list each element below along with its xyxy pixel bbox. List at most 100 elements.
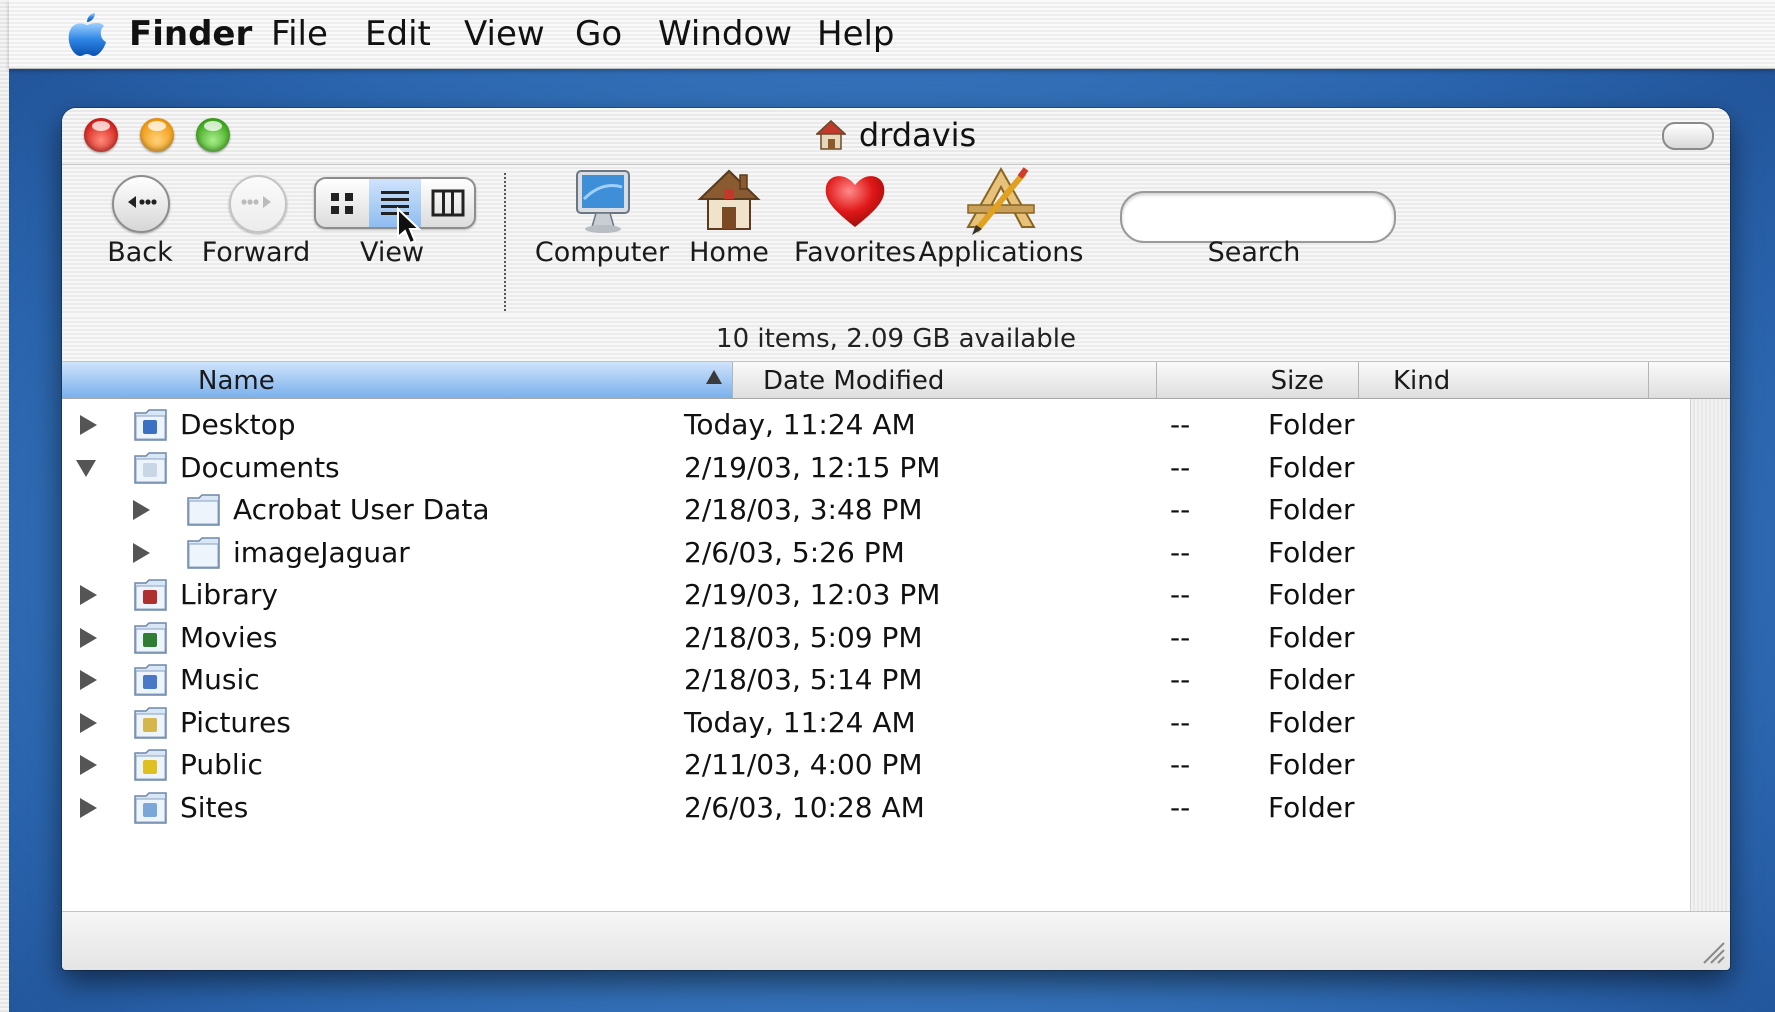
back-label: Back [107, 237, 173, 268]
item-date-modified: Today, 11:24 AM [684, 705, 916, 739]
view-mode-control[interactable] [314, 177, 476, 229]
window-bottom-bar [62, 911, 1730, 970]
disclosure-closed-icon[interactable] [80, 627, 97, 648]
item-kind: Folder [1268, 493, 1355, 526]
column-view-button[interactable] [422, 179, 474, 227]
sort-ascending-icon [706, 370, 722, 384]
item-date-modified: 2/19/03, 12:15 PM [684, 450, 941, 484]
applications-icon [966, 166, 1036, 235]
item-date-modified: 2/18/03, 5:14 PM [684, 663, 923, 696]
column-header-kind-label: Kind [1393, 366, 1451, 396]
list-item[interactable]: Desktop Today, 11:24 AM -- Folder [62, 401, 1690, 449]
list-item[interactable]: Public 2/11/03, 4:00 PM -- Folder [62, 741, 1690, 789]
file-list: Desktop Today, 11:24 AM -- Folder Documents 2… [62, 399, 1690, 911]
menu-view[interactable]: View [464, 14, 545, 54]
item-size: -- [1170, 408, 1191, 441]
library-folder-icon [134, 579, 167, 611]
menu-window[interactable]: Window [658, 14, 792, 54]
item-size: -- [1170, 450, 1191, 484]
pictures-folder-icon [134, 706, 167, 739]
home-icon [815, 119, 846, 150]
menu-go[interactable]: Go [575, 14, 622, 54]
item-name: Library [180, 578, 278, 611]
column-header-date[interactable]: Date Modified [733, 362, 1157, 398]
item-date-modified: 2/18/03, 3:48 PM [684, 493, 923, 526]
folder-icon [187, 494, 220, 526]
item-name: Public [180, 748, 263, 781]
item-size: -- [1170, 790, 1191, 824]
item-kind: Folder [1268, 663, 1355, 696]
sites-folder-icon [134, 791, 167, 824]
list-item[interactable]: Library 2/19/03, 12:03 PM -- Folder [62, 571, 1690, 619]
disclosure-closed-icon[interactable] [80, 797, 97, 818]
column-header-kind[interactable]: Kind [1359, 362, 1649, 398]
column-header-name-label: Name [198, 366, 275, 396]
column-header-name[interactable]: Name [62, 362, 733, 398]
resize-grip-icon[interactable] [1698, 937, 1726, 965]
home-label: Home [689, 237, 769, 268]
icon-grid-icon [331, 193, 353, 214]
forward-label: Forward [201, 237, 311, 268]
column-header-date-label: Date Modified [763, 366, 945, 396]
disclosure-closed-icon[interactable] [80, 670, 97, 690]
menu-edit[interactable]: Edit [365, 14, 431, 54]
title-bar[interactable]: drdavis [62, 108, 1730, 165]
item-name: Desktop [180, 408, 296, 441]
apple-menu-icon[interactable] [65, 10, 109, 58]
finder-window: drdavis Back Forward View Computer Home … [62, 108, 1730, 970]
item-date-modified: 2/6/03, 5:26 PM [684, 535, 905, 569]
item-date-modified: 2/18/03, 5:09 PM [684, 620, 923, 654]
item-size: -- [1170, 535, 1191, 569]
item-size: -- [1170, 493, 1191, 526]
list-item[interactable]: Movies 2/18/03, 5:09 PM -- Folder [62, 614, 1690, 662]
toolbar-toggle-button[interactable] [1662, 122, 1714, 150]
list-item[interactable]: Pictures Today, 11:24 AM -- Folder [62, 699, 1690, 747]
toolbar: Back Forward View Computer Home Favorite… [62, 165, 1730, 315]
disclosure-closed-icon[interactable] [133, 542, 150, 563]
menu-finder[interactable]: Finder [129, 14, 252, 54]
list-item[interactable]: Music 2/18/03, 5:14 PM -- Folder [62, 656, 1690, 704]
disclosure-closed-icon[interactable] [133, 500, 150, 520]
desktop-folder-icon [134, 409, 167, 441]
item-size: -- [1170, 663, 1191, 696]
vertical-scrollbar[interactable] [1690, 399, 1730, 911]
item-kind: Folder [1268, 705, 1355, 739]
item-date-modified: 2/11/03, 4:00 PM [684, 748, 923, 781]
search-input[interactable] [1120, 191, 1396, 243]
forward-arrow-icon [229, 175, 287, 233]
folder-icon [187, 536, 220, 569]
list-item[interactable]: Acrobat User Data 2/18/03, 3:48 PM -- Folde… [62, 486, 1690, 534]
item-date-modified: 2/6/03, 10:28 AM [684, 790, 925, 824]
list-item[interactable]: imageJaguar 2/6/03, 5:26 PM -- Folder [62, 529, 1690, 577]
list-item[interactable]: Sites 2/6/03, 10:28 AM -- Folder [62, 784, 1690, 832]
view-label: View [359, 237, 425, 268]
item-name: Sites [180, 790, 249, 824]
computer-icon [576, 170, 630, 233]
item-size: -- [1170, 578, 1191, 611]
item-date-modified: 2/19/03, 12:03 PM [684, 578, 941, 611]
column-header-size[interactable]: Size [1157, 362, 1359, 398]
public-folder-icon [134, 749, 167, 781]
item-name: imageJaguar [233, 535, 410, 569]
music-folder-icon [134, 664, 167, 696]
menu-file[interactable]: File [271, 14, 328, 54]
item-kind: Folder [1268, 748, 1355, 781]
item-name: Acrobat User Data [233, 493, 490, 526]
list-item[interactable]: Documents 2/19/03, 12:15 PM -- Folder [62, 444, 1690, 492]
menu-help[interactable]: Help [817, 14, 895, 54]
icon-view-button[interactable] [316, 179, 368, 227]
disclosure-closed-icon[interactable] [80, 712, 97, 733]
heart-icon [825, 176, 885, 227]
item-size: -- [1170, 748, 1191, 781]
status-bar: 10 items, 2.09 GB available [62, 315, 1730, 362]
item-name: Pictures [180, 705, 291, 739]
computer-label: Computer [534, 237, 670, 268]
disclosure-closed-icon[interactable] [80, 755, 97, 775]
columns-icon [431, 189, 465, 217]
disclosure-closed-icon[interactable] [80, 415, 97, 435]
disclosure-open-icon[interactable] [76, 459, 96, 477]
favorites-label: Favorites [794, 237, 916, 268]
item-date-modified: Today, 11:24 AM [684, 408, 916, 441]
disclosure-closed-icon[interactable] [80, 585, 97, 605]
search-label: Search [1207, 237, 1301, 268]
